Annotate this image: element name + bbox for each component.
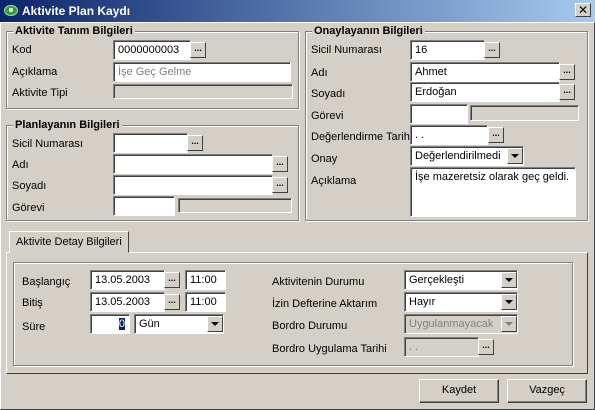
baslangic-label: Başlangıç [22, 276, 71, 288]
bordro-uygulama-tarihi-field: . . [404, 337, 479, 357]
degerlendirme-tarihi-lookup-button[interactable]: ... [488, 127, 504, 143]
bordro-uygulama-tarihi-label: Bordro Uygulama Tarihi [272, 343, 387, 355]
planlayan-gorevi-label: Görevi [12, 202, 45, 214]
baslangic-date-field[interactable]: 13.05.2003 [90, 270, 165, 290]
onaylayan-gorevi-field[interactable] [410, 104, 468, 124]
aciklama-label: Açıklama [12, 66, 58, 78]
bordro-durumu-chevron-down-icon [501, 316, 517, 332]
planlayan-sicil-lookup-button[interactable]: ... [187, 135, 203, 151]
planlayan-adi-lookup-button[interactable]: ... [272, 156, 288, 172]
bitis-date-lookup-button[interactable]: ... [164, 294, 180, 310]
bordro-uygulama-tarihi-lookup-button[interactable]: ... [478, 339, 494, 355]
planlayan-adi-field[interactable] [113, 154, 273, 174]
onaylayan-sicil-lookup-button[interactable]: ... [484, 42, 500, 58]
onay-chevron-down-icon[interactable] [507, 148, 523, 164]
sure-unit-chevron-down-icon[interactable] [207, 316, 223, 332]
bitis-time-field[interactable]: 11:00 [185, 292, 226, 312]
sure-value: 0 [118, 318, 125, 330]
kod-field[interactable]: 0000000003 [113, 40, 191, 60]
onaylayan-legend: Onaylayanın Bilgileri [312, 25, 425, 37]
baslangic-date-lookup-button[interactable]: ... [164, 272, 180, 288]
planlayan-gorevi-field[interactable] [113, 196, 175, 216]
close-button[interactable]: ✕ [575, 3, 591, 17]
onaylayan-gorevi-label: Görevi [311, 110, 344, 122]
bitis-label: Bitiş [22, 297, 43, 309]
onaylayan-soyadi-field[interactable]: Erdoğan [410, 82, 560, 102]
planlayan-gorevi-desc-field [178, 198, 292, 213]
onaylayan-sicil-label: Sicil Numarası [311, 44, 382, 56]
onaylayan-sicil-field[interactable]: 16 [410, 40, 485, 60]
onaylayan-aciklama-label: Açıklama [311, 175, 357, 187]
degerlendirme-tarihi-field[interactable]: . . [410, 125, 488, 145]
tab-aktivite-detay[interactable]: Aktivite Detay Bilgileri [9, 231, 129, 253]
izin-defteri-chevron-down-icon[interactable] [501, 294, 517, 310]
planlayan-sicil-label: Sicil Numarası [12, 138, 83, 150]
aktivite-tipi-field [113, 84, 293, 99]
onaylayan-gorevi-desc-field [470, 105, 579, 121]
aktivite-tanim-legend: Aktivite Tanım Bilgileri [13, 25, 135, 37]
window-title: Aktivite Plan Kaydı [22, 4, 131, 18]
kod-lookup-button[interactable]: ... [190, 42, 206, 58]
onaylayan-adi-field[interactable]: Ahmet [410, 62, 560, 82]
baslangic-time-field[interactable]: 11:00 [185, 270, 226, 290]
app-eye-icon [4, 5, 18, 16]
sure-field[interactable]: 0 [90, 314, 130, 334]
vazgec-button[interactable]: Vazgeç [507, 379, 587, 403]
izin-defteri-label: İzin Defterine Aktarım [272, 298, 378, 310]
degerlendirme-tarihi-label: Değerlendirme Tarihi [311, 131, 413, 143]
planlayan-sicil-field[interactable] [113, 133, 188, 153]
title-bar[interactable]: Aktivite Plan Kaydı ✕ [0, 0, 595, 22]
planlayan-soyadi-field[interactable] [113, 175, 273, 195]
planlayan-adi-label: Adı [12, 159, 29, 171]
planlayan-soyadi-lookup-button[interactable]: ... [272, 177, 288, 193]
onaylayan-soyadi-label: Soyadı [311, 88, 346, 100]
bitis-date-field[interactable]: 13.05.2003 [90, 292, 165, 312]
planlayan-legend: Planlayanın Bilgileri [13, 119, 122, 131]
aktivite-durumu-label: Aktivitenin Durumu [272, 276, 365, 288]
bordro-durumu-label: Bordro Durumu [272, 320, 348, 332]
onaylayan-soyadi-lookup-button[interactable]: ... [559, 84, 575, 100]
aciklama-field[interactable]: İşe Geç Gelme [113, 62, 291, 82]
kaydet-button[interactable]: Kaydet [419, 379, 499, 403]
onay-label: Onay [311, 153, 338, 165]
planlayan-soyadi-label: Soyadı [12, 180, 47, 192]
sure-label: Süre [22, 321, 46, 333]
onaylayan-aciklama-textarea[interactable]: İşe mazeretsiz olarak geç geldi. [410, 167, 576, 217]
kod-label: Kod [12, 44, 32, 56]
onaylayan-adi-lookup-button[interactable]: ... [559, 64, 575, 80]
aktivite-tipi-label: Aktivite Tipi [12, 87, 68, 99]
aktivite-durumu-chevron-down-icon[interactable] [501, 272, 517, 288]
onaylayan-adi-label: Adı [311, 67, 328, 79]
